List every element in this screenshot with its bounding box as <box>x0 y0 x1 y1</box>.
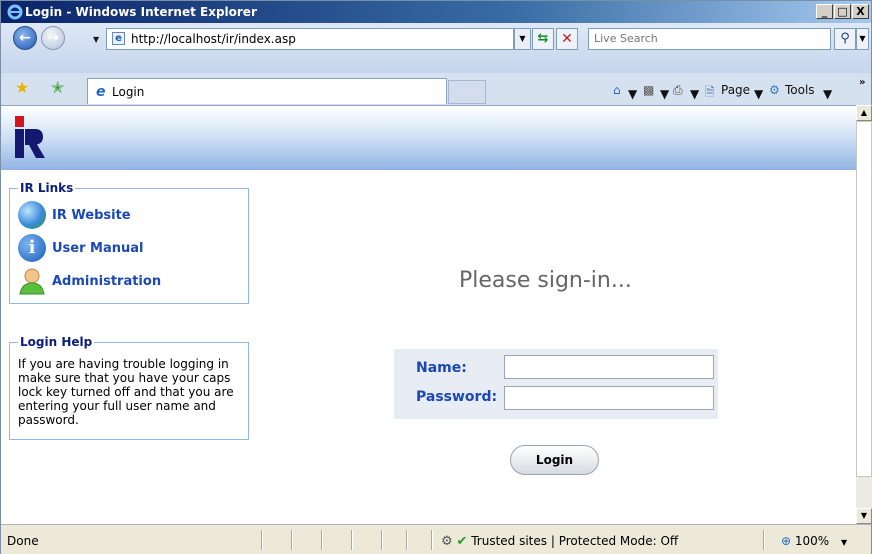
link-user-manual[interactable]: i User Manual <box>18 234 144 262</box>
zoom-level: 100% <box>794 534 830 548</box>
password-field[interactable] <box>504 386 714 410</box>
login-button[interactable]: Login <box>510 445 599 475</box>
gear-icon: ⚙ <box>769 83 780 97</box>
address-dropdown-button[interactable]: ▼ <box>514 28 531 50</box>
tools-dropdown-icon[interactable]: ▼ <box>823 87 832 101</box>
scroll-down-button[interactable]: ▼ <box>856 508 872 524</box>
status-divider <box>351 530 353 550</box>
login-form: Name: Password: <box>394 349 718 419</box>
back-button[interactable]: ← <box>13 26 37 50</box>
window-title: Login - Windows Internet Explorer <box>25 5 257 19</box>
name-input[interactable] <box>505 356 713 378</box>
page-icon: e <box>112 32 125 45</box>
password-input[interactable] <box>505 387 713 409</box>
sign-in-heading: Please sign-in... <box>459 268 632 293</box>
status-divider <box>406 530 408 550</box>
home-dropdown-icon[interactable]: ▼ <box>628 87 637 101</box>
title-bar: Login - Windows Internet Explorer _ □ X <box>1 1 871 23</box>
forward-button[interactable]: → <box>41 26 65 50</box>
address-bar[interactable]: e http://localhost/ir/index.asp <box>106 28 514 50</box>
trusted-check-icon: ✔ <box>456 534 468 549</box>
user-icon <box>19 268 45 295</box>
maximize-button[interactable]: □ <box>834 4 851 19</box>
address-url[interactable]: http://localhost/ir/index.asp <box>131 32 296 46</box>
password-label: Password: <box>416 389 498 405</box>
new-tab-button[interactable] <box>448 80 486 104</box>
toolbar-overflow-icon[interactable]: » <box>859 77 865 88</box>
link-ir-website[interactable]: IR Website <box>18 201 131 229</box>
name-label: Name: <box>416 360 467 376</box>
page-menu-icon: 🗎 <box>705 85 715 99</box>
page-content: IR Links IR Website i User Manual Admini… <box>1 105 856 524</box>
browser-tab[interactable]: e Login <box>87 78 447 104</box>
zoom-control[interactable]: ⊕ 100% ▼ <box>781 534 847 548</box>
protected-mode-icon: ⚙ <box>441 534 453 549</box>
security-zone[interactable]: ⚙ ✔ Trusted sites | Protected Mode: Off <box>441 534 678 549</box>
status-divider <box>321 530 323 550</box>
ir-links-panel: IR Links IR Website i User Manual Admini… <box>9 181 249 304</box>
login-help-title: Login Help <box>18 335 95 349</box>
scroll-up-button[interactable]: ▲ <box>856 105 872 121</box>
name-field[interactable] <box>504 355 714 379</box>
tools-menu[interactable]: Tools <box>785 83 815 97</box>
search-button[interactable]: ⚲ <box>834 28 856 50</box>
status-bar: Done ⚙ ✔ Trusted sites | Protected Mode:… <box>1 524 871 554</box>
browser-window: Login - Windows Internet Explorer _ □ X … <box>0 0 872 554</box>
ie-tab-icon: e <box>96 84 106 100</box>
info-icon: i <box>18 234 46 262</box>
ir-links-title: IR Links <box>18 181 76 195</box>
page-menu[interactable]: Page <box>721 83 750 97</box>
add-favorite-icon[interactable]: ✭ <box>51 80 64 96</box>
link-administration[interactable]: Administration <box>18 267 161 295</box>
favorites-star-icon[interactable]: ★ <box>15 80 29 96</box>
feeds-icon[interactable]: ▩ <box>643 83 654 97</box>
status-divider <box>381 530 383 550</box>
print-icon[interactable]: ⎙ <box>673 83 683 98</box>
login-help-text: If you are having trouble logging in mak… <box>18 357 234 427</box>
page-dropdown-icon[interactable]: ▼ <box>754 87 763 101</box>
refresh-button[interactable]: ⇆ <box>532 28 554 50</box>
zoom-icon: ⊕ <box>781 534 792 548</box>
search-box[interactable] <box>588 28 831 50</box>
status-text: Done <box>7 534 39 548</box>
minimize-button[interactable]: _ <box>816 4 833 19</box>
status-divider <box>261 530 263 550</box>
navigation-bar: ← → ▼ e http://localhost/ir/index.asp ▼ … <box>1 23 871 73</box>
zone-text: Trusted sites | Protected Mode: Off <box>471 534 679 548</box>
zoom-dropdown-icon[interactable]: ▼ <box>841 538 847 547</box>
scroll-thumb[interactable] <box>856 121 872 477</box>
status-divider <box>763 530 765 550</box>
home-icon[interactable]: ⌂ <box>613 83 621 97</box>
vertical-scrollbar[interactable]: ▲ ▼ <box>856 105 872 524</box>
search-options-dropdown[interactable]: ▼ <box>856 28 869 50</box>
ir-logo-icon <box>15 116 45 158</box>
site-banner <box>1 106 856 170</box>
print-dropdown-icon[interactable]: ▼ <box>690 87 699 101</box>
status-divider <box>431 530 433 550</box>
status-divider <box>291 530 293 550</box>
close-button[interactable]: X <box>852 4 869 19</box>
login-help-panel: Login Help If you are having trouble log… <box>9 335 249 440</box>
search-input[interactable] <box>589 29 824 48</box>
ie-logo-icon <box>7 4 23 20</box>
stop-button[interactable]: ✕ <box>556 28 578 50</box>
recent-pages-dropdown-icon[interactable]: ▼ <box>93 35 99 44</box>
feeds-dropdown-icon[interactable]: ▼ <box>660 87 669 101</box>
globe-icon <box>18 201 46 229</box>
tab-title: Login <box>112 85 145 99</box>
